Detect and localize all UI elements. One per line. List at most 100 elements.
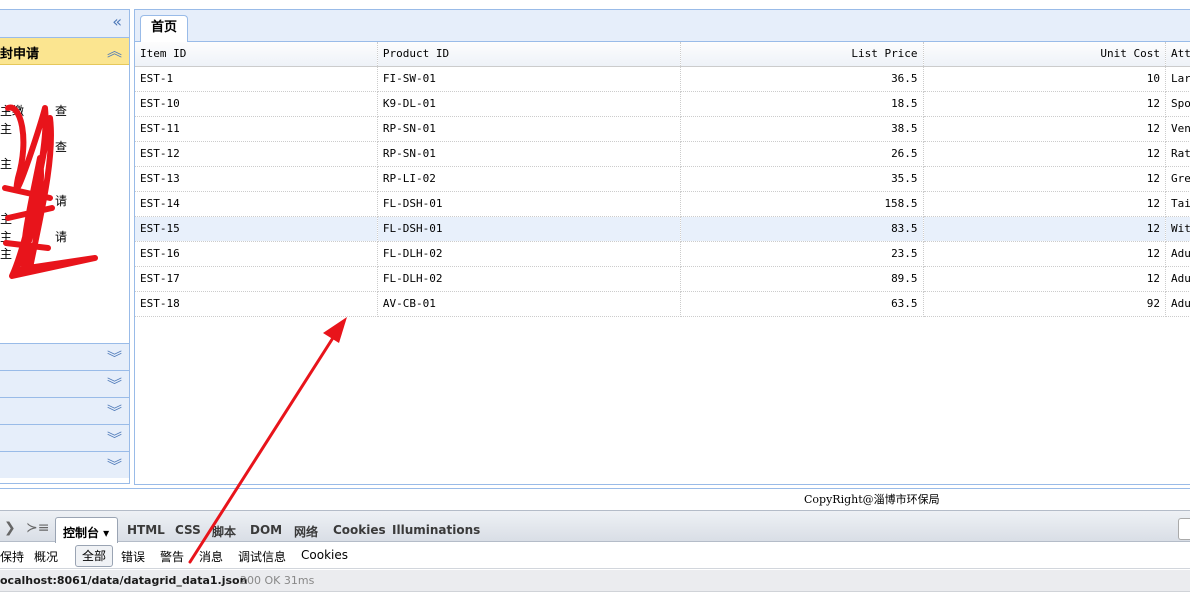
menu-item-3-tail[interactable]: 查 xyxy=(55,138,67,155)
col-attr[interactable]: Att xyxy=(1165,42,1190,67)
command-line-icon[interactable]: ≻≡ xyxy=(26,520,49,536)
cell-item-id: EST-18 xyxy=(135,291,378,317)
filter-persist[interactable]: 保持 xyxy=(0,548,24,565)
cell-list-price: 35.5 xyxy=(680,166,924,192)
cell-attr: Spo xyxy=(1165,91,1190,117)
accordion-panel-2[interactable]: ︾ xyxy=(0,370,129,397)
menu-item-1-tail[interactable]: 查 xyxy=(55,102,67,119)
devtools-tab-script[interactable]: 脚本 xyxy=(212,523,236,540)
console-filter-bar: 保持 概况 全部 错误 警告 消息 调试信息 Cookies xyxy=(0,543,1190,569)
cell-item-id: EST-15 xyxy=(135,216,378,242)
panel-menu: 主缴 查 主 查 主 请 主 主 请 主 xyxy=(0,65,129,343)
devtools-tab-cookies[interactable]: Cookies xyxy=(333,523,386,537)
filter-errors[interactable]: 错误 xyxy=(121,548,145,565)
menu-item-8[interactable]: 主 xyxy=(0,245,12,262)
devtools-tab-network[interactable]: 网络 xyxy=(294,523,318,540)
menu-item-7-tail[interactable]: 请 xyxy=(55,228,67,245)
accordion-panel-4[interactable]: ︾ xyxy=(0,424,129,451)
cell-attr: Tai xyxy=(1165,191,1190,217)
table-row[interactable]: EST-18 AV-CB-01 63.5 92 Adu xyxy=(135,291,1190,317)
accordion-panel-5[interactable]: ︾ xyxy=(0,451,129,478)
cell-list-price: 26.5 xyxy=(680,141,924,167)
table-row[interactable]: EST-11 RP-SN-01 38.5 12 Ven xyxy=(135,116,1190,142)
table-row[interactable]: EST-14 FL-DSH-01 158.5 12 Tai xyxy=(135,191,1190,217)
table-row[interactable]: EST-15 FL-DSH-01 83.5 12 Wit xyxy=(135,216,1190,242)
table-row[interactable]: EST-12 RP-SN-01 26.5 12 Rat xyxy=(135,141,1190,167)
devtools-toolbar: ❯ ≻≡ 控制台 ▾ HTML CSS 脚本 DOM 网络 Cookies Il… xyxy=(0,510,1190,543)
collapse-left-icon[interactable]: « xyxy=(112,14,122,30)
filter-info[interactable]: 消息 xyxy=(199,548,223,565)
filter-cookies[interactable]: Cookies xyxy=(301,548,348,562)
cell-unit-cost: 12 xyxy=(923,241,1166,267)
tab-home[interactable]: 首页 xyxy=(140,15,188,43)
cell-attr: Wit xyxy=(1165,216,1190,242)
cell-unit-cost: 12 xyxy=(923,191,1166,217)
main-tab-panel: 首页 Item ID Product ID List Price Unit Co… xyxy=(134,9,1190,485)
cell-attr: Adu xyxy=(1165,241,1190,267)
datagrid-body: EST-1 FI-SW-01 36.5 10 Lar EST-10 K9-DL-01 18.5… xyxy=(135,66,1190,317)
filter-all[interactable]: 全部 xyxy=(75,545,113,567)
cell-item-id: EST-11 xyxy=(135,116,378,142)
devtools-tab-html[interactable]: HTML xyxy=(127,523,165,537)
table-row[interactable]: EST-1 FI-SW-01 36.5 10 Lar xyxy=(135,66,1190,92)
menu-item-2[interactable]: 主 xyxy=(0,120,12,137)
cell-attr: Adu xyxy=(1165,291,1190,317)
cell-unit-cost: 92 xyxy=(923,291,1166,317)
menu-item-1[interactable]: 主缴 xyxy=(0,102,24,119)
menu-item-7[interactable]: 主 xyxy=(0,228,12,245)
accordion-header: « xyxy=(0,10,129,38)
cell-product-id: AV-CB-01 xyxy=(377,291,682,317)
menu-item-6[interactable]: 主 xyxy=(0,210,12,227)
accordion-panel-3[interactable]: ︾ xyxy=(0,397,129,424)
cell-list-price: 89.5 xyxy=(680,266,924,292)
filter-warnings[interactable]: 警告 xyxy=(160,548,184,565)
col-unit-cost[interactable]: Unit Cost xyxy=(923,42,1166,67)
cell-product-id: FI-SW-01 xyxy=(377,66,682,92)
table-row[interactable]: EST-17 FL-DLH-02 89.5 12 Adu xyxy=(135,266,1190,292)
chevron-down-icon[interactable]: ︾ xyxy=(107,401,122,422)
devtools-corner-button[interactable] xyxy=(1178,518,1190,540)
cell-list-price: 83.5 xyxy=(680,216,924,242)
cell-list-price: 18.5 xyxy=(680,91,924,117)
chevron-down-icon[interactable]: ︾ xyxy=(107,455,122,476)
log-url[interactable]: ocalhost:8061/data/datagrid_data1.json xyxy=(0,574,247,587)
datagrid-table: Item ID Product ID List Price Unit Cost … xyxy=(135,42,1190,317)
col-item-id[interactable]: Item ID xyxy=(135,42,378,67)
devtools-tab-css[interactable]: CSS xyxy=(175,523,201,537)
copyright-text: CopyRight@淄博市环保局 xyxy=(804,493,940,506)
accordion-panel-active[interactable]: 封申请 ︽ xyxy=(0,38,129,65)
cell-unit-cost: 12 xyxy=(923,166,1166,192)
devtools-tab-illuminations[interactable]: Illuminations xyxy=(392,523,480,537)
cell-unit-cost: 12 xyxy=(923,266,1166,292)
cell-product-id: FL-DLH-02 xyxy=(377,241,682,267)
chevron-down-icon[interactable]: ︾ xyxy=(107,374,122,395)
devtools-tab-dom[interactable]: DOM xyxy=(250,523,282,537)
chevron-up-icon[interactable]: ︽ xyxy=(107,40,122,61)
menu-item-4[interactable]: 主 xyxy=(0,155,12,172)
cell-item-id: EST-13 xyxy=(135,166,378,192)
console-log-entry[interactable]: ocalhost:8061/data/datagrid_data1.json 2… xyxy=(0,570,1190,592)
table-row[interactable]: EST-13 RP-LI-02 35.5 12 Gre xyxy=(135,166,1190,192)
cell-attr: Adu xyxy=(1165,266,1190,292)
col-list-price[interactable]: List Price xyxy=(680,42,924,67)
chevron-down-icon[interactable]: ︾ xyxy=(107,347,122,368)
tab-strip: 首页 xyxy=(135,10,1190,43)
accordion-panel-1[interactable]: ︾ xyxy=(0,343,129,370)
panel-title: 封申请 xyxy=(0,47,40,62)
cell-product-id: FL-DLH-02 xyxy=(377,266,682,292)
filter-profile[interactable]: 概况 xyxy=(34,548,58,565)
table-row[interactable]: EST-16 FL-DLH-02 23.5 12 Adu xyxy=(135,241,1190,267)
cell-product-id: K9-DL-01 xyxy=(377,91,682,117)
cell-unit-cost: 12 xyxy=(923,141,1166,167)
left-accordion: « 封申请 ︽ 主缴 查 主 查 主 请 主 主 请 主 ︾ ︾ ︾ ︾ ︾ xyxy=(0,9,130,484)
log-status: 200 OK 31ms xyxy=(240,574,315,587)
devtools-tab-console[interactable]: 控制台 ▾ xyxy=(55,517,118,543)
cell-product-id: RP-SN-01 xyxy=(377,116,682,142)
filter-debug[interactable]: 调试信息 xyxy=(238,548,286,565)
chevron-right-icon[interactable]: ❯ xyxy=(4,520,16,536)
table-row[interactable]: EST-10 K9-DL-01 18.5 12 Spo xyxy=(135,91,1190,117)
menu-item-5-tail[interactable]: 请 xyxy=(55,192,67,209)
cell-item-id: EST-10 xyxy=(135,91,378,117)
chevron-down-icon[interactable]: ︾ xyxy=(107,428,122,449)
col-product-id[interactable]: Product ID xyxy=(377,42,682,67)
